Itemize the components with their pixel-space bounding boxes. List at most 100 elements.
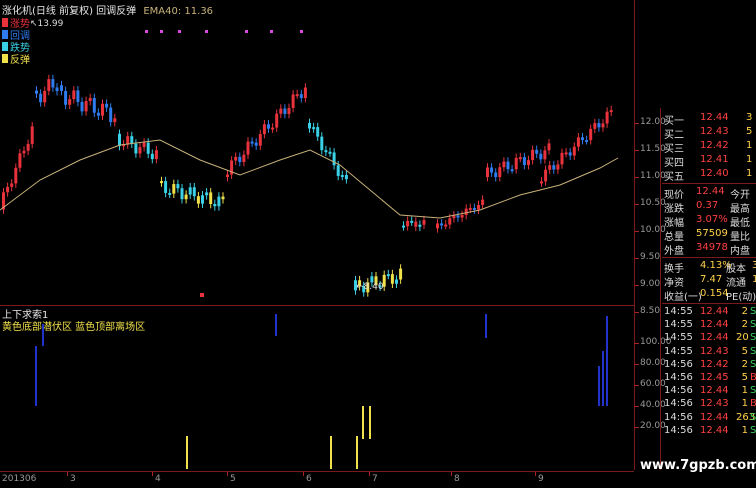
price-tick-label: 9.50 [640,252,661,262]
main-price-chart[interactable] [0,0,634,305]
date-tick-label: 5 [230,474,236,484]
signal-marker-icon [178,30,181,33]
panel-divider [662,183,756,184]
candlestick [113,118,117,123]
bid-price: 12.43 [700,126,729,137]
candlestick [51,79,55,88]
candlestick [460,214,464,218]
low-price-marker: ←8.40 [356,282,384,292]
trade-row[interactable]: 14:55 12.43 5 S [664,346,756,359]
candlestick [134,143,138,154]
stat-value-2: 3 [752,260,756,271]
stat-value: 3.07% [696,214,728,225]
trade-row[interactable]: 14:56 12.44 263 S [664,412,756,425]
candlestick [168,192,172,195]
candlestick [188,187,192,195]
candlestick [406,220,410,227]
candlestick [39,93,43,103]
indicator-bar [330,436,332,469]
trade-row[interactable]: 14:56 12.45 5 B [664,372,756,385]
high-price-marker: ↖13.99 [30,19,63,29]
date-tick-label: 201306 [2,474,37,484]
candlestick [267,124,270,129]
axis-tick [152,472,153,476]
bid-label: 买五 [664,172,684,183]
bid-row[interactable]: 买三 12.42 1 [664,140,756,155]
trade-volume: 5 [741,345,748,357]
candlestick [572,146,576,156]
candlestick [585,140,589,143]
candlestick [14,167,18,184]
stat-label-2: 最高 [730,204,750,215]
candlestick [6,186,10,193]
candlestick [55,87,59,92]
signal-marker-icon [160,30,163,33]
candlestick [522,157,526,166]
bid-row[interactable]: 买四 12.41 1 [664,154,756,169]
stat-value: 57509 [696,228,728,239]
candlestick [26,143,30,151]
candlestick [130,136,134,144]
trade-flag: S [750,358,756,370]
bid-price: 12.41 [700,154,729,165]
stat-label: 涨幅 [664,218,684,229]
candlestick [196,196,200,204]
trade-row[interactable]: 14:55 12.44 20 S [664,332,756,345]
candlestick [279,108,283,114]
stat-row: 涨幅 3.07% 最低 [664,214,756,229]
price-tick-label: 9.00 [640,279,661,289]
bid-row[interactable]: 买一 12.44 3 [664,112,756,127]
stat-label: 外盘 [664,246,684,257]
candlestick [43,90,47,103]
candlestick [386,274,390,277]
trade-row[interactable]: 14:56 12.44 1 S [664,385,756,398]
axis-tick [634,385,639,386]
candlestick [18,153,22,168]
trade-price: 12.44 [700,319,729,331]
trade-flag: S [750,332,756,344]
candlestick [150,153,154,160]
bid-label: 买二 [664,130,684,141]
candlestick [299,94,303,99]
candlestick [68,99,72,105]
trade-row[interactable]: 14:56 12.42 2 S [664,359,756,372]
candlestick [444,224,448,227]
candlestick-chart[interactable] [0,0,634,305]
candlestick [291,94,295,109]
trade-volume: 263 [736,411,756,423]
candlestick [172,184,176,194]
trade-flag: S [750,424,756,436]
candlestick [490,167,494,173]
candlestick [72,90,76,100]
candlestick [88,97,92,102]
legend-item: 反弹 [2,52,30,66]
candlestick [589,128,593,141]
axis-tick [67,472,68,476]
trade-volume: 5 [741,372,748,383]
high-value: 13.99 [37,19,64,29]
indicator-chart[interactable] [0,306,634,470]
date-tick-label: 6 [306,474,312,484]
trade-row[interactable]: 14:55 12.44 2 S [664,306,756,319]
candlestick [250,141,254,144]
candlestick [275,113,279,128]
stat-row: 涨跌 0.37 最高 [664,200,756,215]
bid-row[interactable]: 买五 12.40 1 [664,168,756,183]
trade-row[interactable]: 14:56 12.44 1 S [664,425,756,438]
ema-label: EMA40: 11.36 [143,6,214,17]
candlestick [312,127,316,130]
trade-time: 14:56 [664,385,693,397]
trade-time: 14:55 [664,319,693,331]
trade-row[interactable]: 14:56 12.43 1 B [664,398,756,411]
trade-price: 12.44 [700,411,729,423]
legend-swatch-icon [2,53,8,63]
bid-label: 买一 [664,116,684,127]
indicator-bar [356,436,358,469]
candlestick [410,220,414,223]
candlestick [556,164,560,170]
bid-volume: 3 [746,112,753,123]
bid-row[interactable]: 买二 12.43 5 [664,126,756,141]
trade-row[interactable]: 14:55 12.44 2 S [664,319,756,332]
trade-volume: 2 [741,358,748,370]
trade-time: 14:55 [664,332,693,344]
